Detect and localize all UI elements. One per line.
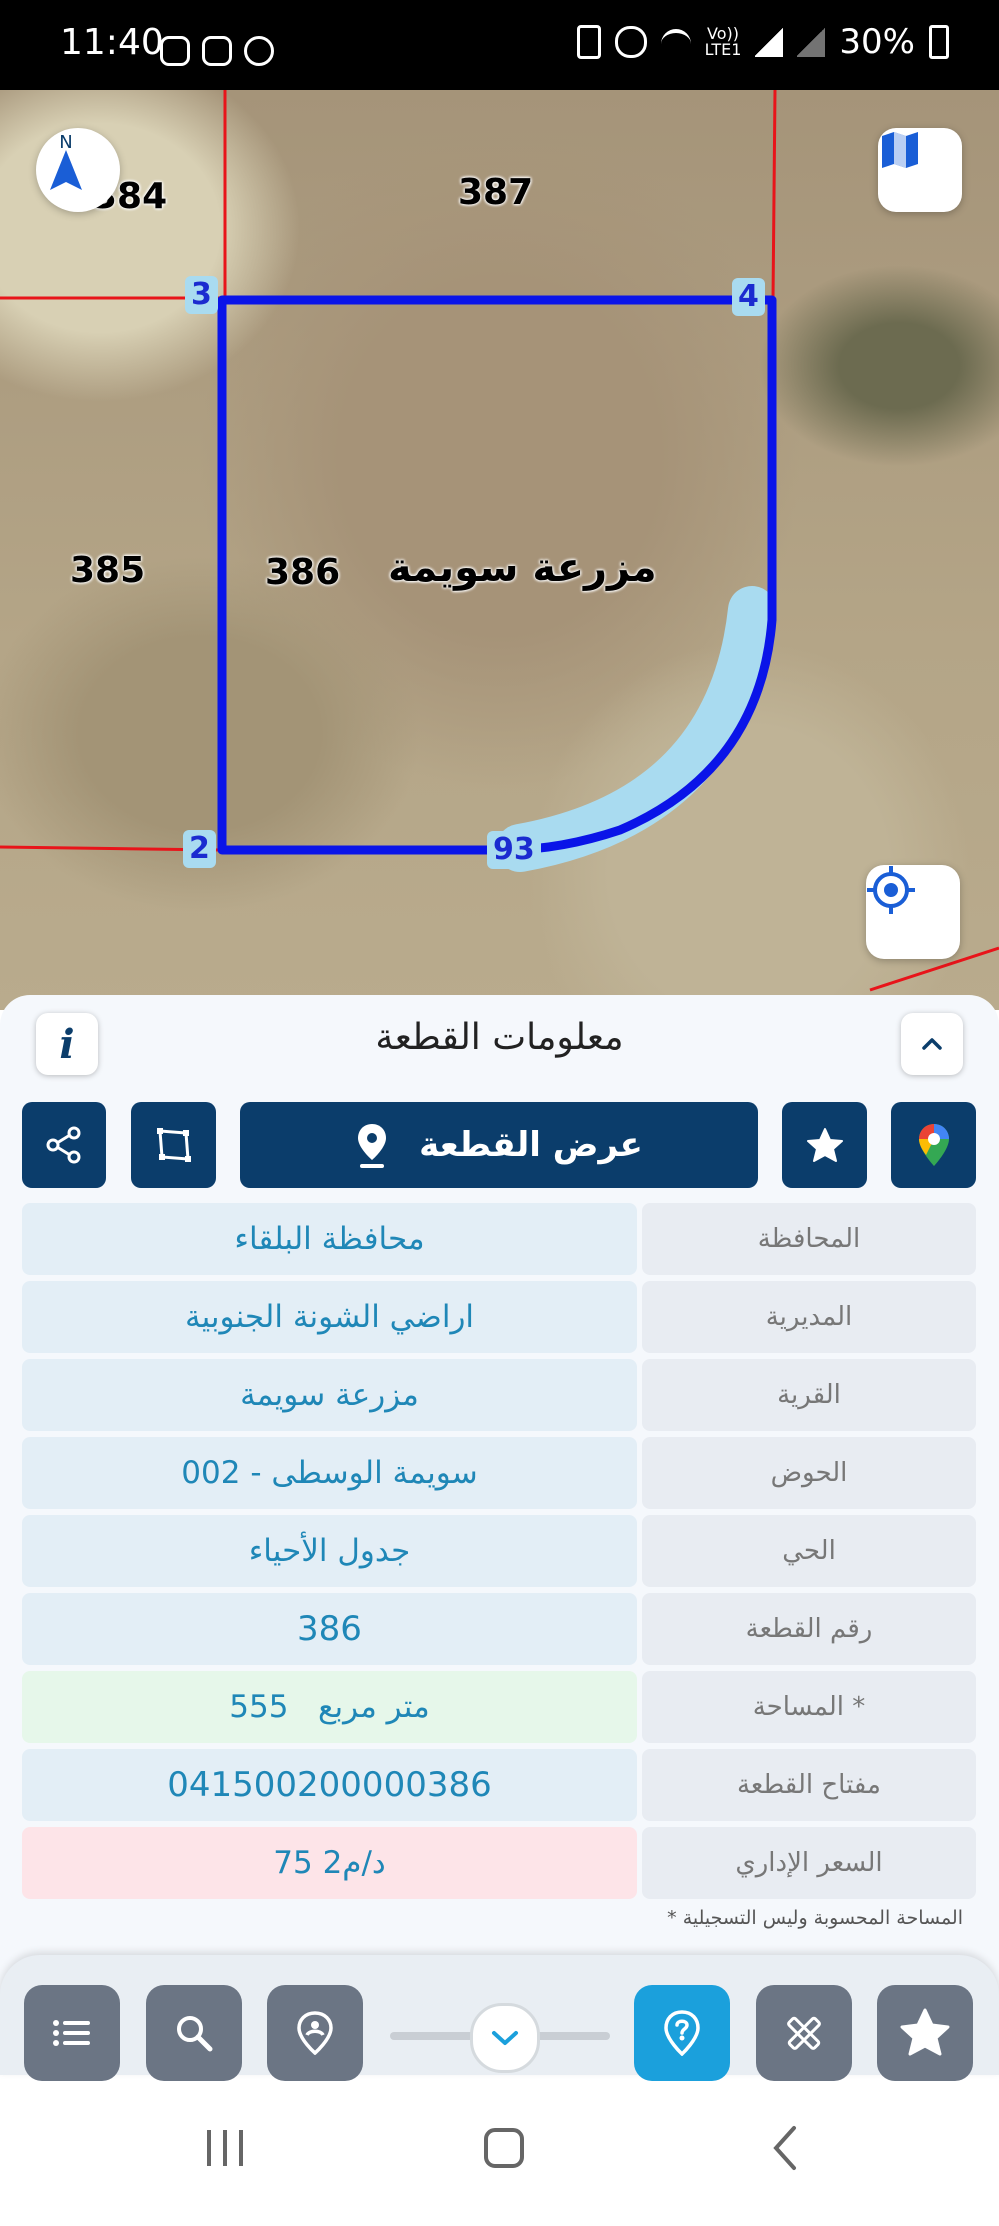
highlight-arc <box>496 586 776 872</box>
detail-value: محافظة البلقاء <box>22 1203 637 1275</box>
locality-label: مزرعة سويمة <box>388 545 657 591</box>
status-right: Vo)) LTE1 30% <box>576 22 949 62</box>
detail-label: السعر الإداري <box>642 1827 976 1899</box>
polygon-icon <box>156 1128 191 1162</box>
google-maps-icon <box>918 1124 949 1166</box>
collapse-button[interactable] <box>901 1013 963 1075</box>
parcel-details-table: محافظة البلقاء المحافظة اراضي الشونة الج… <box>22 1203 976 1905</box>
alarm-icon <box>614 26 647 58</box>
detail-label: الحي <box>642 1515 976 1587</box>
detail-label: الحوض <box>642 1437 976 1509</box>
detail-value: اراضي الشونة الجنوبية <box>22 1281 637 1353</box>
detail-value: 75 د/م2 <box>22 1827 637 1899</box>
battery-icon <box>929 25 949 59</box>
bottom-action-bar <box>0 1955 999 2081</box>
system-navigation-bar <box>0 2090 999 2222</box>
list-button[interactable] <box>24 1985 120 2081</box>
google-maps-button[interactable] <box>891 1102 976 1188</box>
battery-saver-icon <box>576 25 601 59</box>
notification-icons <box>160 36 274 66</box>
detail-value: مزرعة سويمة <box>22 1359 637 1431</box>
detail-value: 041500200000386 <box>22 1749 637 1821</box>
parcel-number-label[interactable]: 385 <box>70 550 145 591</box>
detail-row-admin-price: 75 د/م2 السعر الإداري <box>22 1827 976 1899</box>
location-pin-icon <box>358 1124 387 1168</box>
chevron-up-icon <box>922 1038 942 1050</box>
person-pin-icon <box>297 2011 333 2055</box>
map-view[interactable]: 387 384 385 386 مزرعة سويمة 3 4 2 93 N <box>0 90 999 1010</box>
parcel-number-label[interactable]: 387 <box>458 172 533 213</box>
detail-label: المساحة * <box>642 1671 976 1743</box>
system-nav-icons <box>207 2126 796 2170</box>
signal-icon <box>755 27 784 57</box>
vertex-label: 3 <box>185 276 218 314</box>
locate-me-button[interactable] <box>866 865 960 959</box>
detail-value: جدول الأحياء <box>22 1515 637 1587</box>
status-time: 11:40 <box>60 22 164 63</box>
favorite-button[interactable] <box>782 1102 867 1188</box>
back-icon[interactable] <box>773 2126 796 2170</box>
search-icon <box>177 2016 213 2052</box>
detail-label: مفتاح القطعة <box>642 1749 976 1821</box>
instagram-icon <box>160 36 190 66</box>
area-footnote: * المساحة المحسوبة وليس التسجيلية <box>667 1907 963 1929</box>
vertex-label: 93 <box>487 831 541 869</box>
question-pin-icon <box>664 2010 700 2056</box>
share-icon <box>46 1126 81 1164</box>
detail-label: القرية <box>642 1359 976 1431</box>
star-icon <box>806 1128 843 1162</box>
crosshair-icon <box>867 866 915 914</box>
ruler-pencil-icon <box>787 2016 821 2050</box>
detail-row-governorate: محافظة البلقاء المحافظة <box>22 1203 976 1275</box>
my-location-pin-button[interactable] <box>267 1985 363 2081</box>
detail-row-neighborhood: جدول الأحياء الحي <box>22 1515 976 1587</box>
detail-value: 386 <box>22 1593 637 1665</box>
wifi-icon <box>660 29 691 55</box>
battery-percent: 30% <box>839 22 915 62</box>
vertex-label: 4 <box>732 278 765 316</box>
vertex-label: 2 <box>183 830 216 868</box>
parcel-query-button[interactable] <box>634 1985 730 2081</box>
detail-row-directorate: اراضي الشونة الجنوبية المديرية <box>22 1281 976 1353</box>
measure-tools-button[interactable] <box>756 1985 852 2081</box>
detail-row-basin: سويمة الوسطى - 002 الحوض <box>22 1437 976 1509</box>
detail-row-village: مزرعة سويمة القرية <box>22 1359 976 1431</box>
basemap-button[interactable] <box>878 128 962 212</box>
chat-icon <box>244 36 274 66</box>
share-button[interactable] <box>22 1102 106 1188</box>
map-layers-icon <box>882 132 918 168</box>
svg-text:N: N <box>59 132 72 153</box>
status-bar: 11:40 Vo)) LTE1 30% <box>0 0 999 90</box>
detail-value: 555 متر مربع <box>22 1671 637 1743</box>
signal-icon-secondary <box>797 27 826 57</box>
detail-label: المديرية <box>642 1281 976 1353</box>
panel-title: معلومات القطعة <box>375 1017 624 1058</box>
parcel-info-panel: i معلومات القطعة عرض القطعة محافظة البلق… <box>0 995 999 1995</box>
list-icon <box>53 2020 90 2046</box>
parcel-shape-button[interactable] <box>131 1102 216 1188</box>
instagram-icon <box>202 36 232 66</box>
detail-row-parcel-key: 041500200000386 مفتاح القطعة <box>22 1749 976 1821</box>
panel-toggle-knob[interactable] <box>470 2003 540 2073</box>
recent-apps-icon[interactable] <box>207 2130 243 2166</box>
chevron-down-icon <box>492 2031 518 2045</box>
panel-header: i معلومات القطعة <box>0 995 999 1095</box>
detail-label: المحافظة <box>642 1203 976 1275</box>
detail-row-area: 555 متر مربع المساحة * <box>22 1671 976 1743</box>
star-icon <box>900 2008 950 2056</box>
compass-button[interactable]: N <box>36 128 120 212</box>
search-button[interactable] <box>146 1985 242 2081</box>
volte-indicator: Vo)) LTE1 <box>704 24 742 59</box>
parcel-number-label[interactable]: 386 <box>265 552 340 593</box>
view-parcel-button[interactable]: عرض القطعة <box>240 1102 758 1188</box>
view-parcel-label: عرض القطعة <box>419 1125 643 1165</box>
detail-label: رقم القطعة <box>642 1593 976 1665</box>
neighbor-boundary <box>771 90 777 301</box>
compass-icon: N <box>50 132 82 190</box>
detail-value: سويمة الوسطى - 002 <box>22 1437 637 1509</box>
favorites-button[interactable] <box>877 1985 973 2081</box>
detail-row-parcel-number: 386 رقم القطعة <box>22 1593 976 1665</box>
home-icon[interactable] <box>484 2128 524 2168</box>
